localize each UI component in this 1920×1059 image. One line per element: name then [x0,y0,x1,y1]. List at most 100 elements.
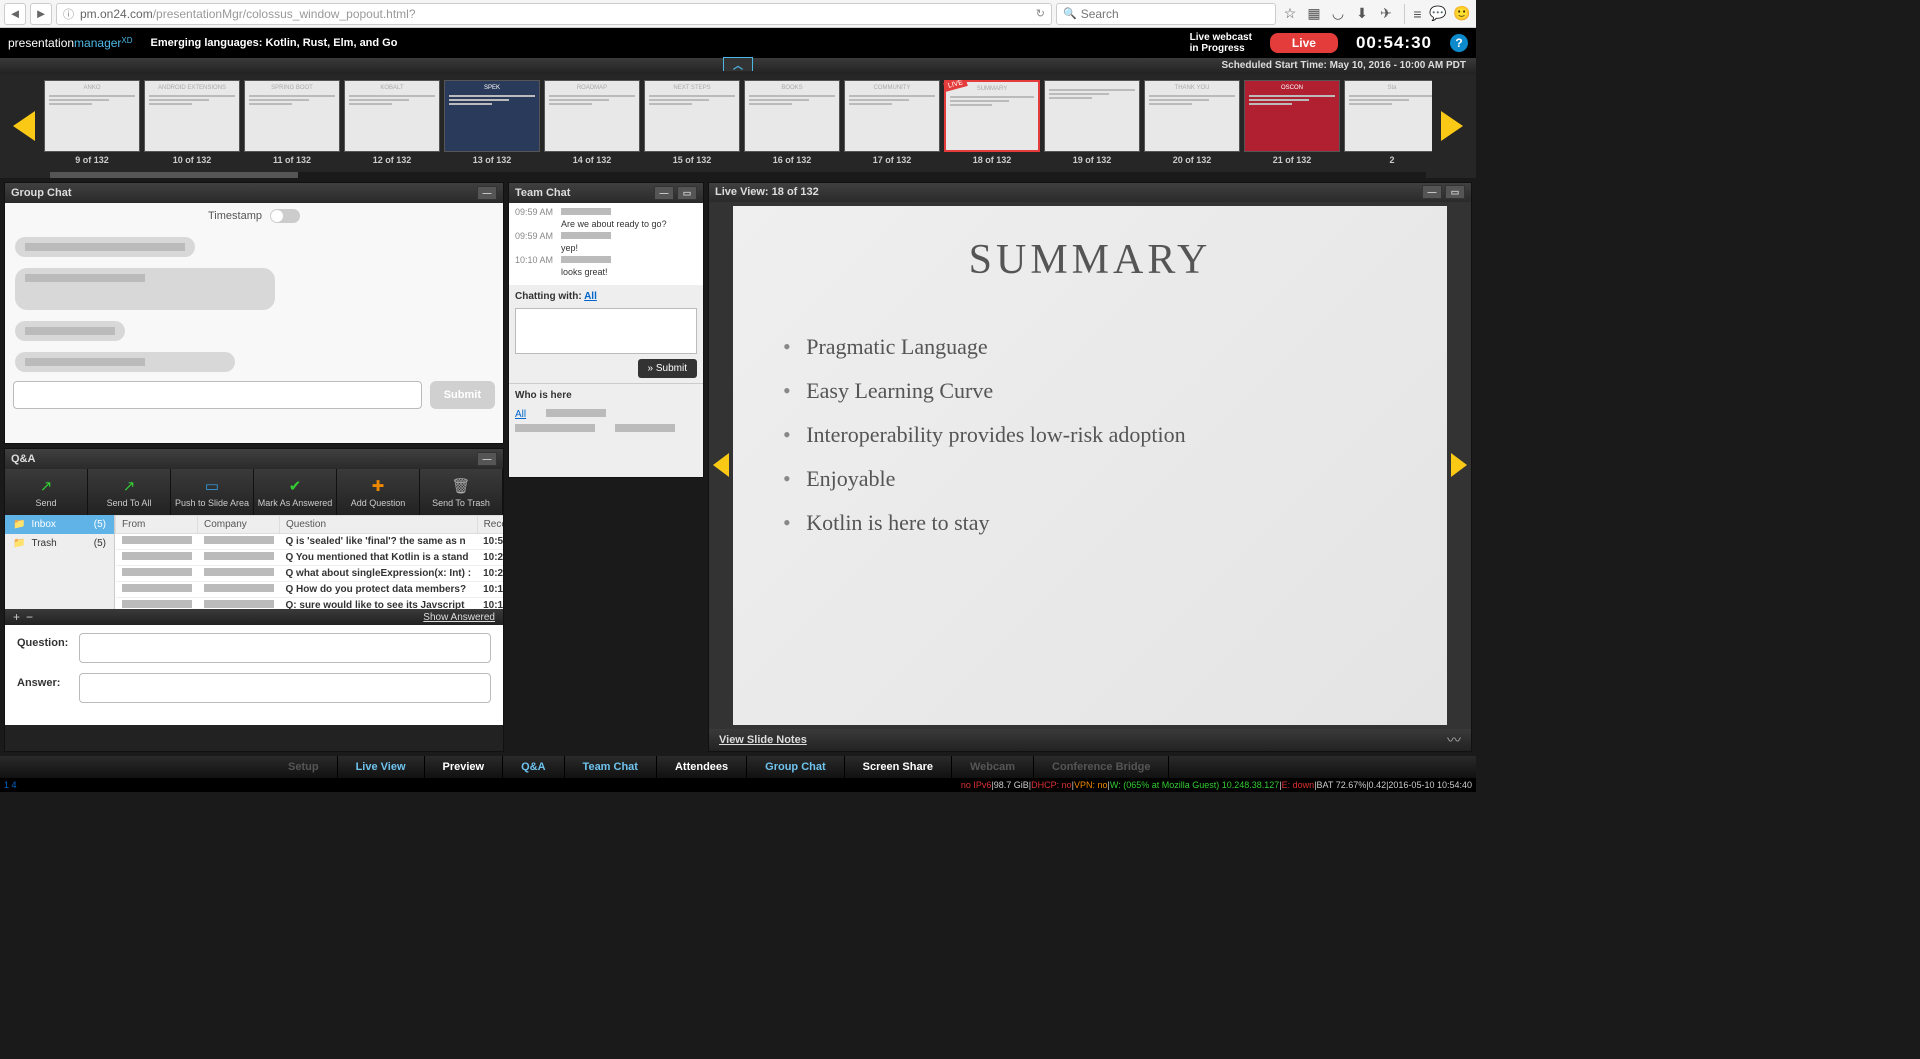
minimize-button[interactable]: — [477,186,497,200]
forward-button[interactable]: ► [30,3,52,25]
tab-live-view[interactable]: Live View [338,756,425,778]
qa-tool-send-to-all[interactable]: ↗Send To All [88,469,171,515]
tab-preview[interactable]: Preview [425,756,504,778]
current-slide: SUMMARY Pragmatic LanguageEasy Learning … [733,206,1447,725]
search-box[interactable]: 🔍 [1056,3,1276,25]
panel-icon[interactable]: ▦ [1304,4,1324,24]
show-answered-link[interactable]: Show Answered [423,612,495,623]
slide-thumbnail[interactable]: ANKO9 of 132 [44,80,140,172]
slide-bullet: Kotlin is here to stay [783,510,1397,536]
qa-tool-mark-as-answered[interactable]: ✔Mark As Answered [254,469,337,515]
strip-next[interactable] [1432,81,1472,171]
slide-thumbnail[interactable]: NEXT STEPS15 of 132 [644,80,740,172]
send-icon[interactable]: ✈ [1376,4,1396,24]
slide-thumbnail[interactable]: ANDROID EXTENSIONS10 of 132 [144,80,240,172]
qa-row[interactable]: Q You mentioned that Kotlin is a stand10… [116,550,504,566]
qa-title: Q&A [11,453,35,465]
team-chat-submit[interactable]: » Submit [638,359,697,378]
add-folder-button[interactable]: + [13,610,20,624]
download-icon[interactable]: ⬇ [1352,4,1372,24]
live-view-footer: View Slide Notes 〰 [709,729,1471,751]
slide-thumbnail[interactable]: ROADMAP14 of 132 [544,80,640,172]
qa-row[interactable]: Q: sure would like to see its Javscript1… [116,598,504,610]
url-bar[interactable]: ⓘ pm.on24.com/presentationMgr/colossus_w… [56,3,1052,25]
qa-footer: + − Show Answered [5,609,503,625]
remove-folder-button[interactable]: − [26,610,33,624]
tab-group-chat[interactable]: Group Chat [747,756,845,778]
tab-attendees[interactable]: Attendees [657,756,747,778]
group-chat-messages [5,229,503,373]
who-all[interactable]: All [515,409,526,420]
qa-row[interactable]: Q How do you protect data members?10:14 … [116,582,504,598]
chat-icon[interactable]: 💬 [1428,4,1448,24]
slide-thumbnail[interactable]: KOBALT12 of 132 [344,80,440,172]
slide-bullet: Enjoyable [783,466,1397,492]
slide-thumbnail[interactable]: 19 of 132 [1044,80,1140,172]
answer-field[interactable] [79,673,491,703]
timestamp-toggle[interactable] [270,209,300,223]
prev-slide[interactable] [709,202,733,729]
question-label: Question: [17,633,71,663]
timestamp-label: Timestamp [208,210,262,222]
qa-tool-push-to-slide-area[interactable]: ▭Push to Slide Area [171,469,254,515]
question-field[interactable] [79,633,491,663]
menu-icon[interactable]: ≡ [1404,4,1424,24]
view-slide-notes[interactable]: View Slide Notes [719,734,807,746]
help-button[interactable]: ? [1450,34,1468,52]
back-button[interactable]: ◄ [4,3,26,25]
minimize-button[interactable]: — [1422,185,1442,199]
tab-conference-bridge[interactable]: Conference Bridge [1034,756,1169,778]
slide-thumbnail[interactable]: OSCON21 of 132 [1244,80,1340,172]
search-icon: 🔍 [1063,7,1077,20]
slide-thumbnail[interactable]: BOOKS16 of 132 [744,80,840,172]
bookmark-icon[interactable]: ☆ [1280,4,1300,24]
qa-folder-trash[interactable]: 📁Trash(5) [5,534,114,553]
tab-webcam[interactable]: Webcam [952,756,1034,778]
slide-thumbnail[interactable]: SPEK13 of 132 [444,80,540,172]
tab-q&a[interactable]: Q&A [503,756,564,778]
group-chat-panel: Group Chat — Timestamp Submit [4,182,504,444]
live-badge[interactable]: Live [1270,33,1338,53]
strip-scroll-handle[interactable] [50,172,298,178]
pocket-icon[interactable]: ◡ [1328,4,1348,24]
strip-prev[interactable] [4,81,44,171]
qa-tool-add-question[interactable]: ✚Add Question [337,469,420,515]
minimize-button[interactable]: — [654,186,674,200]
chat-target-all[interactable]: All [584,291,597,302]
profile-icon[interactable]: 🙂 [1452,4,1472,24]
team-chat-messages: 09:59 AMAre we about ready to go?09:59 A… [509,203,703,285]
strip-scrollbar[interactable] [50,172,1426,178]
qa-table: FromCompanyQuestionReceivedPriorityStatu… [115,515,503,609]
tab-screen-share[interactable]: Screen Share [845,756,952,778]
slide-thumbnail[interactable]: COMMUNITY17 of 132 [844,80,940,172]
next-slide[interactable] [1447,202,1471,729]
minimize-button[interactable]: — [477,452,497,466]
tab-team-chat[interactable]: Team Chat [565,756,657,778]
status-bar: 1 4 no IPv6|98.7 GiB|DHCP: no|VPN: no|W:… [0,778,1476,792]
qa-tool-send[interactable]: ↗Send [5,469,88,515]
qa-folders: 📁Inbox(5)📁Trash(5) [5,515,115,609]
qa-folder-inbox[interactable]: 📁Inbox(5) [5,515,114,534]
elapsed-timer: 00:54:30 [1356,33,1432,53]
workspace-indicator: 1 4 [4,780,34,790]
team-chat-input[interactable] [515,308,697,354]
slide-thumbnail[interactable]: LIVESUMMARY18 of 132 [944,80,1040,172]
reload-icon[interactable]: ↻ [1036,7,1045,20]
slide-strip: ANKO9 of 132ANDROID EXTENSIONS10 of 132S… [0,74,1476,178]
slide-thumbnail[interactable]: THANK YOU20 of 132 [1144,80,1240,172]
group-chat-input[interactable] [13,381,422,409]
group-chat-title: Group Chat [11,187,72,199]
group-chat-submit[interactable]: Submit [430,381,495,409]
slide-thumbnail[interactable]: Sta2 [1344,80,1432,172]
popout-button[interactable]: ▭ [677,186,697,200]
collapse-strip-button[interactable]: ︿ [723,57,753,71]
qa-tool-send-to-trash[interactable]: 🗑Send To Trash [420,469,503,515]
qa-row[interactable]: Q is 'sealed' like 'final'? the same as … [116,534,504,550]
tab-setup[interactable]: Setup [270,756,338,778]
status-text: no IPv6|98.7 GiB|DHCP: no|VPN: no|W: (06… [34,780,1472,790]
popout-button[interactable]: ▭ [1445,185,1465,199]
qa-row[interactable]: Q what about singleExpression(x: Int) :1… [116,566,504,582]
live-view-panel: Live View: 18 of 132 — ▭ SUMMARY Pragmat… [708,182,1472,752]
search-input[interactable] [1081,7,1269,21]
slide-thumbnail[interactable]: SPRING BOOT11 of 132 [244,80,340,172]
